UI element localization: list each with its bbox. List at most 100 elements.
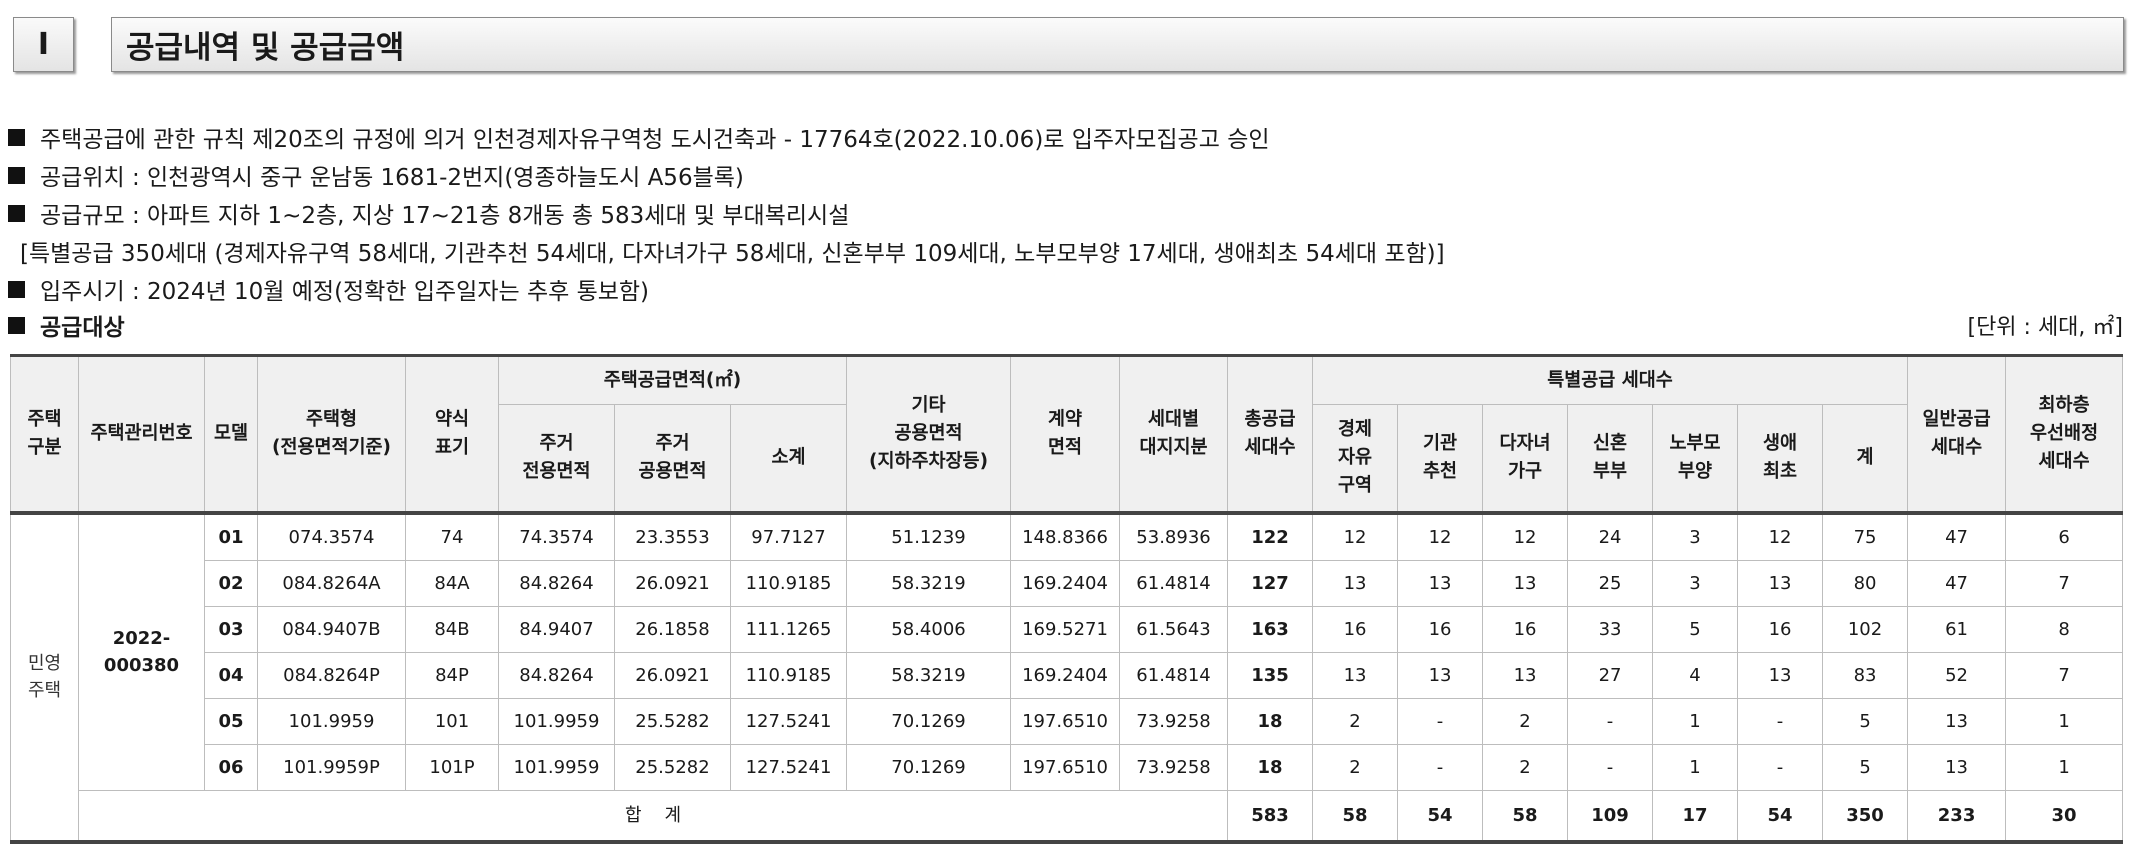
table-cell: 83 [1822,651,1909,699]
table-cell: 58.3219 [846,651,1012,699]
note-scale: 공급규모 : 아파트 지하 1~2층, 지상 17~21층 8개동 총 583세… [8,194,2123,232]
total-label: 합 계 [77,789,1229,844]
table-cell: 18 [1227,743,1314,791]
col-other-common: 기타 공용면적 (지하주차장등) [846,354,1012,515]
table-cell: 5 [1822,743,1909,791]
table-cell: 13 [1737,651,1824,699]
table-cell: 05 [204,697,258,745]
table-cell: 084.9407B [257,605,406,653]
table-cell: 102 [1822,605,1909,653]
table-cell: 18 [1227,697,1314,745]
table-cell: 6 [2005,512,2124,561]
table-cell: 084.8264P [257,651,406,699]
table-cell: 110.9185 [729,651,848,699]
table-cell: 12 [1397,512,1484,561]
square-bullet-icon [8,128,25,146]
table-cell: 101.9959 [498,697,615,745]
col-sp-multi: 다자녀 가구 [1482,404,1569,515]
table-cell: 25 [1567,559,1654,607]
table-cell: 13 [1312,651,1399,699]
table-cell: 101.9959 [498,743,615,791]
col-house-type: 주택형 (전용면적기준) [257,354,406,515]
table-cell: 27 [1567,651,1654,699]
table-cell: 1 [1652,697,1739,745]
table-cell: 58.3219 [846,559,1012,607]
table-row: 03 084.9407B 84B 84.9407 26.1858 111.1265 58.4… [11,605,2124,653]
note-move-in: 입주시기 : 2024년 10월 예정(정확한 입주일자는 추후 통보함) [8,270,2123,308]
table-cell: 61.4814 [1119,559,1229,607]
table-cell: 84.8264 [498,559,615,607]
col-excl-area: 주거 전용면적 [498,404,615,515]
table-cell: 53.8936 [1119,512,1229,561]
table-cell: 52 [1907,651,2007,699]
table-cell: 3 [1652,512,1739,561]
col-sp-newly: 신혼 부부 [1567,404,1654,515]
table-cell: 84.9407 [498,605,615,653]
table-cell: 5 [1652,605,1739,653]
table-cell: 1 [2005,697,2124,745]
col-total-supply: 총공급 세대수 [1227,354,1314,515]
col-subtotal: 소계 [729,404,848,515]
table-cell: 127.5241 [729,743,848,791]
note-approval: 주택공급에 관한 규칙 제20조의 규정에 의거 인천경제자유구역청 도시건축과… [8,118,2123,156]
table-cell: 25.5282 [614,697,731,745]
table-row: 민영 주택 2022-000380 01 074.3574 74 74.3574 23.35… [10,512,2124,844]
table-cell: 23.3553 [614,512,731,561]
table-cell: 13 [1482,559,1569,607]
col-sp-econ: 경제 자유 구역 [1312,404,1399,515]
table-cell: 97.7127 [729,512,848,561]
total-row: 합 계 583 58 54 58 109 17 54 350 233 30 [11,789,2124,844]
table-cell: 61.5643 [1119,605,1229,653]
table-cell: 75 [1822,512,1909,561]
table-row: 05 101.9959 101 101.9959 25.5282 127.5241 70.1… [11,697,2124,745]
supply-target-label: 공급대상 [40,315,125,341]
square-bullet-icon [8,316,25,334]
table-cell: 169.2404 [1010,559,1121,607]
table-cell: 101.9959 [257,697,406,745]
table-cell: 13 [1907,697,2007,745]
mgmt-number-cell: 2022-000380 [78,512,205,791]
table-cell: 73.9258 [1119,697,1229,745]
col-group-special: 특별공급 세대수 [1312,354,1909,405]
table-cell: 7 [2005,559,2124,607]
table-cell: 06 [204,743,258,791]
table-cell: 1 [2005,743,2124,791]
table-cell: 169.5271 [1010,605,1121,653]
table-cell: 16 [1312,605,1399,653]
square-bullet-icon [8,166,25,184]
note-text: 입주시기 : 2024년 10월 예정(정확한 입주일자는 추후 통보함) [40,279,650,305]
table-cell: 13 [1737,559,1824,607]
note-text: 공급위치 : 인천광역시 중구 운남동 1681-2번지(영종하늘도시 A56블… [40,165,744,191]
total-cell: 233 [1907,789,2007,844]
supply-target-header: 공급대상 [단위 : 세대, ㎡] [8,305,2123,345]
table-cell: 70.1269 [846,697,1012,745]
table-cell: 7 [2005,651,2124,699]
total-cell: 17 [1652,789,1739,844]
table-cell: 084.8264A [257,559,406,607]
table-cell: 13 [1482,651,1569,699]
table-body: 민영 주택 2022-000380 01 074.3574 74 74.3574 23.35… [10,512,2124,844]
total-cell: 109 [1567,789,1654,844]
table-cell: 122 [1227,512,1314,561]
table-cell: - [1737,697,1824,745]
table-cell: 2 [1482,743,1569,791]
table-cell: 13 [1312,559,1399,607]
table-cell: 84.8264 [498,651,615,699]
table-cell: 24 [1567,512,1654,561]
total-cell: 58 [1482,789,1569,844]
table-cell: 13 [1397,559,1484,607]
col-mgmt-no: 주택관리번호 [78,354,205,515]
table-cell: 01 [204,512,258,561]
table-cell: 04 [204,651,258,699]
col-common-area: 주거 공용면적 [614,404,731,515]
table-row: 04 084.8264P 84P 84.8264 26.0921 110.9185 58.3… [11,651,2124,699]
col-general-supply: 일반공급 세대수 [1907,354,2007,515]
table-cell: - [1397,743,1484,791]
table-cell: 13 [1907,743,2007,791]
table-cell: 51.1239 [846,512,1012,561]
table-cell: 74.3574 [498,512,615,561]
note-location: 공급위치 : 인천광역시 중구 운남동 1681-2번지(영종하늘도시 A56블… [8,156,2123,194]
table-cell: 12 [1482,512,1569,561]
col-sp-first: 생애 최초 [1737,404,1824,515]
section-number: I [13,17,74,72]
